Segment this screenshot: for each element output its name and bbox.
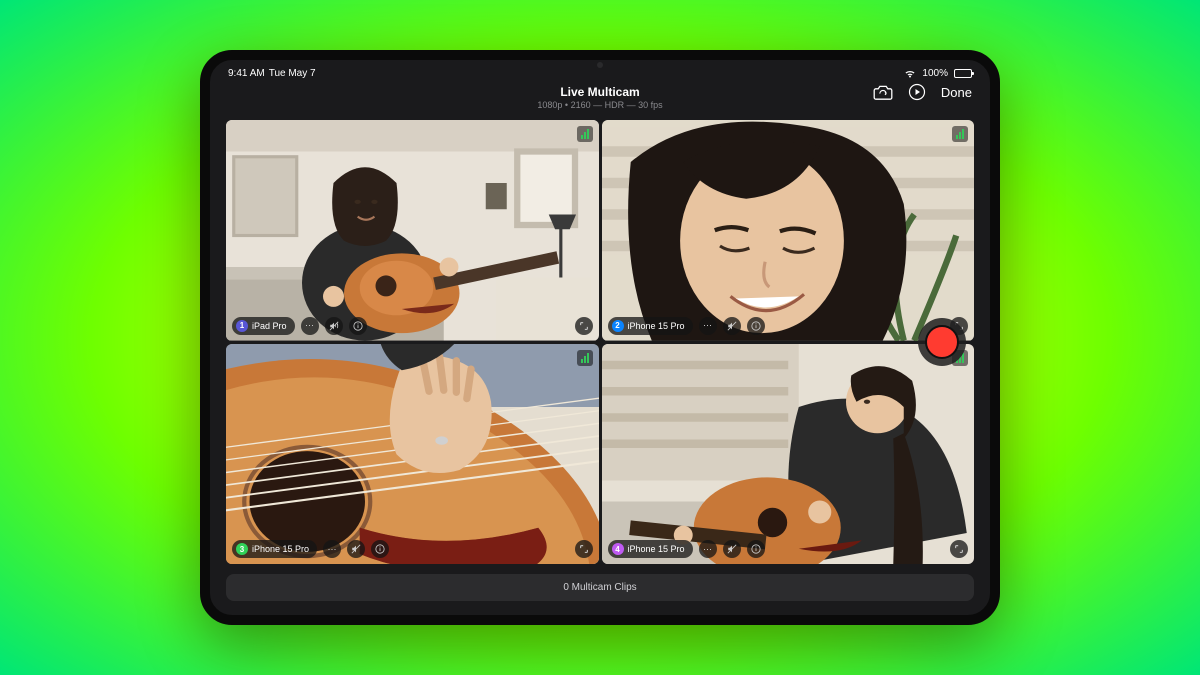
- camera-source-pill[interactable]: 1 iPad Pro: [232, 317, 295, 335]
- mute-button[interactable]: [325, 317, 343, 335]
- info-button[interactable]: [747, 540, 765, 558]
- camera-source-label: iPhone 15 Pro: [628, 321, 685, 331]
- camera-source-label: iPad Pro: [252, 321, 287, 331]
- more-options-button[interactable]: ⋯: [699, 540, 717, 558]
- play-circle-icon[interactable]: [907, 83, 927, 101]
- camera-source-pill[interactable]: 3 iPhone 15 Pro: [232, 540, 317, 558]
- mute-button[interactable]: [723, 317, 741, 335]
- source-dot-icon: 1: [236, 320, 248, 332]
- clips-bar[interactable]: 0 Multicam Clips: [226, 574, 974, 601]
- device-camera: [597, 62, 603, 68]
- signal-badge: [577, 350, 593, 366]
- more-options-button[interactable]: ⋯: [323, 540, 341, 558]
- flip-camera-icon[interactable]: [873, 83, 893, 101]
- signal-badge: [577, 126, 593, 142]
- ipad-device-frame: 9:41 AM Tue May 7 100% Live Multicam 108…: [200, 50, 1000, 625]
- app-header: Live Multicam 1080p • 2160 — HDR — 30 fp…: [210, 83, 990, 120]
- more-options-button[interactable]: ⋯: [699, 317, 717, 335]
- record-button[interactable]: [918, 318, 966, 366]
- clips-count-label: 0 Multicam Clips: [563, 582, 636, 593]
- camera-feed-3[interactable]: 3 iPhone 15 Pro ⋯: [226, 344, 599, 565]
- status-date: Tue May 7: [269, 68, 316, 79]
- source-dot-icon: 2: [612, 320, 624, 332]
- video-thumbnail: [226, 120, 599, 341]
- camera-feed-4[interactable]: 4 iPhone 15 Pro ⋯: [602, 344, 975, 565]
- page-subtitle: 1080p • 2160 — HDR — 30 fps: [537, 100, 662, 110]
- info-button[interactable]: [747, 317, 765, 335]
- page-title: Live Multicam: [537, 85, 662, 99]
- wifi-icon: [904, 69, 916, 79]
- video-thumbnail: [602, 120, 975, 341]
- signal-badge: [952, 126, 968, 142]
- expand-button[interactable]: [575, 317, 593, 335]
- expand-button[interactable]: [950, 540, 968, 558]
- camera-feed-1[interactable]: 1 iPad Pro ⋯: [226, 120, 599, 341]
- mute-button[interactable]: [723, 540, 741, 558]
- video-thumbnail: [226, 344, 599, 565]
- status-time: 9:41 AM: [228, 68, 265, 79]
- battery-icon: [954, 69, 972, 78]
- done-button[interactable]: Done: [941, 85, 972, 100]
- record-icon: [925, 325, 959, 359]
- camera-grid: 1 iPad Pro ⋯: [210, 120, 990, 564]
- info-button[interactable]: [371, 540, 389, 558]
- expand-button[interactable]: [575, 540, 593, 558]
- source-dot-icon: 4: [612, 543, 624, 555]
- video-thumbnail: [602, 344, 975, 565]
- battery-pct: 100%: [922, 68, 948, 79]
- camera-source-label: iPhone 15 Pro: [628, 544, 685, 554]
- more-options-button[interactable]: ⋯: [301, 317, 319, 335]
- source-dot-icon: 3: [236, 543, 248, 555]
- camera-feed-2[interactable]: 2 iPhone 15 Pro ⋯: [602, 120, 975, 341]
- camera-source-label: iPhone 15 Pro: [252, 544, 309, 554]
- camera-source-pill[interactable]: 4 iPhone 15 Pro: [608, 540, 693, 558]
- mute-button[interactable]: [347, 540, 365, 558]
- info-button[interactable]: [349, 317, 367, 335]
- camera-source-pill[interactable]: 2 iPhone 15 Pro: [608, 317, 693, 335]
